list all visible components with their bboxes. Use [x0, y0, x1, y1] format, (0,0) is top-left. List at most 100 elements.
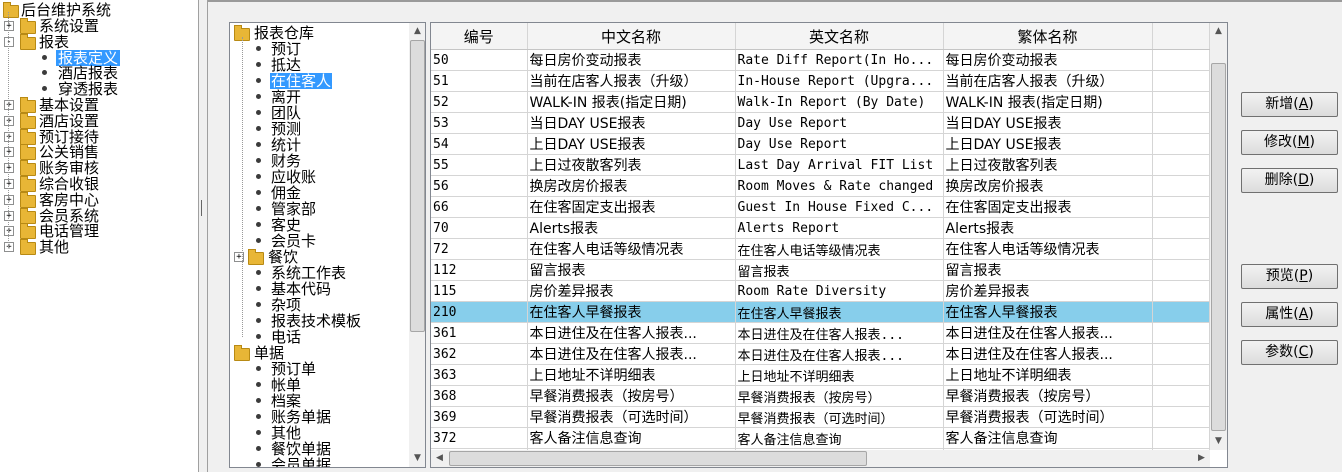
cell-tw-name[interactable]: 每日房价变动报表 [943, 49, 1153, 71]
cell-tw-name[interactable]: 在住客人早餐报表 [943, 301, 1153, 323]
pane-splitter[interactable] [198, 0, 208, 472]
cell-cn-name[interactable]: 当前在店客人报表（升级） [527, 70, 736, 92]
cell-en-name[interactable]: 在住客人电话等级情况表 [735, 238, 944, 260]
report-grid[interactable]: 编号 中文名称 英文名称 繁体名称 50 每日房价变动报表 Rate Diff Re… [430, 22, 1228, 468]
cell-tw-name[interactable]: 本日进住及在住客人报表... [943, 322, 1153, 344]
cell-en-name[interactable]: 留言报表 [735, 259, 944, 281]
cell-en-name[interactable]: 客人备注信息查询 [735, 427, 944, 449]
cell-cn-name[interactable]: 上日地址不详明细表 [527, 364, 736, 386]
cell-id[interactable]: 53 [431, 112, 528, 134]
cell-tw-name[interactable]: 早餐消费报表（按房号） [943, 385, 1153, 407]
cell-cn-name[interactable]: Alerts报表 [527, 217, 736, 239]
table-row[interactable]: 52 WALK-IN 报表(指定日期) Walk-In Report (By Dat… [431, 91, 1210, 113]
cell-cn-name[interactable]: 当日DAY USE报表 [527, 112, 736, 134]
scroll-down-arrow[interactable]: ▼ [409, 450, 425, 467]
table-row[interactable]: 362 本日进住及在住客人报表... 本日进住及在住客人报表... 本日进住及在住客人… [431, 343, 1210, 365]
table-row[interactable]: 54 上日DAY USE报表 Day Use Report 上日DAY USE报表 [431, 133, 1210, 155]
cell-tw-name[interactable]: 当日DAY USE报表 [943, 112, 1153, 134]
scroll-down-arrow[interactable]: ▼ [1210, 433, 1227, 450]
expand-icon[interactable]: + [4, 163, 14, 174]
table-row[interactable]: 369 早餐消费报表（可选时间） 早餐消费报表（可选时间） 早餐消费报表（可选时间） [431, 406, 1210, 428]
cell-en-name[interactable]: Day Use Report [735, 133, 944, 155]
mid-vertical-scrollbar[interactable]: ▲ ▼ [409, 23, 425, 467]
table-row[interactable]: 368 早餐消费报表（按房号） 早餐消费报表（按房号） 早餐消费报表（按房号） [431, 385, 1210, 407]
cell-tw-name[interactable]: Alerts报表 [943, 217, 1153, 239]
table-row[interactable]: 72 在住客人电话等级情况表 在住客人电话等级情况表 在住客人电话等级情况表 [431, 238, 1210, 260]
table-row[interactable]: 115 房价差异报表 Room Rate Diversity 房价差异报表 [431, 280, 1210, 302]
cell-cn-name[interactable]: 房价差异报表 [527, 280, 736, 302]
cell-en-name[interactable]: Walk-In Report (By Date) [735, 91, 944, 113]
cell-en-name[interactable]: Day Use Report [735, 112, 944, 134]
cell-id[interactable]: 72 [431, 238, 528, 260]
cell-id[interactable]: 56 [431, 175, 528, 197]
cell-tw-name[interactable]: 客人备注信息查询 [943, 427, 1153, 449]
cell-id[interactable]: 112 [431, 259, 528, 281]
table-row[interactable]: 53 当日DAY USE报表 Day Use Report 当日DAY USE报表 [431, 112, 1210, 134]
col-header-cn[interactable]: 中文名称 [527, 23, 736, 50]
cell-en-name[interactable]: In-House Report (Upgra... [735, 70, 944, 92]
cell-cn-name[interactable]: 本日进住及在住客人报表... [527, 322, 736, 344]
expand-icon[interactable]: + [4, 194, 14, 205]
cell-tw-name[interactable]: 本日进住及在住客人报表... [943, 343, 1153, 365]
cell-en-name[interactable]: Last Day Arrival FIT List [735, 154, 944, 176]
cell-cn-name[interactable]: WALK-IN 报表(指定日期) [527, 91, 736, 113]
scroll-left-arrow[interactable]: ◀ [431, 450, 448, 467]
delete-button[interactable]: 删除(D) [1241, 168, 1338, 193]
expand-icon[interactable]: + [4, 100, 14, 110]
cell-id[interactable]: 51 [431, 70, 528, 92]
cell-id[interactable]: 54 [431, 133, 528, 155]
expand-icon[interactable]: + [4, 226, 14, 237]
cell-tw-name[interactable]: 上日地址不详明细表 [943, 364, 1153, 386]
cell-id[interactable]: 52 [431, 91, 528, 113]
cell-cn-name[interactable]: 早餐消费报表（按房号） [527, 385, 736, 407]
cell-tw-name[interactable]: 当前在店客人报表（升级） [943, 70, 1153, 92]
cell-id[interactable]: 369 [431, 406, 528, 428]
add-button[interactable]: 新增(A) [1241, 92, 1338, 117]
preview-button[interactable]: 预览(P) [1241, 264, 1338, 289]
expand-icon[interactable]: + [4, 147, 14, 158]
table-row[interactable]: 363 上日地址不详明细表 上日地址不详明细表 上日地址不详明细表 [431, 364, 1210, 386]
expand-icon[interactable]: + [4, 115, 14, 126]
cell-tw-name[interactable]: 在住客人电话等级情况表 [943, 238, 1153, 260]
table-row[interactable]: 56 换房改房价报表 Room Moves & Rate changed 换房改房价报… [431, 175, 1210, 197]
col-header-id[interactable]: 编号 [431, 23, 528, 50]
table-row[interactable]: 112 留言报表 留言报表 留言报表 [431, 259, 1210, 281]
parameters-button[interactable]: 参数(C) [1241, 340, 1338, 365]
report-category-tree[interactable]: 报表仓库 预订 抵达 在住客人 离开 团队 预测 统计 财务 应收账 佣金 管家部 客史 会员卡 + 餐饮 系统… [229, 22, 426, 468]
grid-vertical-scrollbar[interactable]: ▲ ▼ [1210, 23, 1227, 450]
cell-id[interactable]: 372 [431, 427, 528, 449]
cell-cn-name[interactable]: 换房改房价报表 [527, 175, 736, 197]
table-row[interactable]: 210 在住客人早餐报表 在住客人早餐报表 在住客人早餐报表 [431, 301, 1210, 323]
cell-en-name[interactable]: Room Rate Diversity [735, 280, 944, 302]
cell-cn-name[interactable]: 本日进住及在住客人报表... [527, 343, 736, 365]
cell-id[interactable]: 210 [431, 301, 528, 323]
expand-icon[interactable]: + [4, 242, 14, 253]
cell-id[interactable]: 55 [431, 154, 528, 176]
expand-icon[interactable]: + [4, 21, 14, 31]
cell-cn-name[interactable]: 在住客人早餐报表 [527, 301, 736, 323]
cell-en-name[interactable]: 早餐消费报表（按房号） [735, 385, 944, 407]
cell-cn-name[interactable]: 每日房价变动报表 [527, 49, 736, 71]
cell-cn-name[interactable]: 上日过夜散客列表 [527, 154, 736, 176]
table-row[interactable]: 50 每日房价变动报表 Rate Diff Report(In Ho... 每日房价变… [431, 49, 1210, 71]
cell-en-name[interactable]: 早餐消费报表（可选时间） [735, 406, 944, 428]
cell-tw-name[interactable]: 在住客固定支出报表 [943, 196, 1153, 218]
cell-en-name[interactable]: Room Moves & Rate changed [735, 175, 944, 197]
table-row[interactable]: 361 本日进住及在住客人报表... 本日进住及在住客人报表... 本日进住及在住客人… [431, 322, 1210, 344]
collapse-icon[interactable]: - [4, 36, 14, 47]
table-row[interactable]: 55 上日过夜散客列表 Last Day Arrival FIT List 上日过夜散… [431, 154, 1210, 176]
cell-tw-name[interactable]: 早餐消费报表（可选时间） [943, 406, 1153, 428]
main-tree-panel[interactable]: 后台维护系统 + 系统设置 - 报表 报表定义 酒店报表 穿透报表 + 基本设置 + 酒店设置 + 预订… [0, 0, 198, 472]
scroll-thumb[interactable] [410, 40, 425, 332]
col-header-en[interactable]: 英文名称 [735, 23, 944, 50]
cell-tw-name[interactable]: WALK-IN 报表(指定日期) [943, 91, 1153, 113]
cell-cn-name[interactable]: 客人备注信息查询 [527, 427, 736, 449]
edit-button[interactable]: 修改(M) [1241, 130, 1338, 155]
cell-tw-name[interactable]: 上日DAY USE报表 [943, 133, 1153, 155]
cell-id[interactable]: 115 [431, 280, 528, 302]
expand-icon[interactable]: + [4, 179, 14, 189]
table-row[interactable]: 66 在住客固定支出报表 Guest In House Fixed C... 在住客固… [431, 196, 1210, 218]
cell-tw-name[interactable]: 上日过夜散客列表 [943, 154, 1153, 176]
cell-cn-name[interactable]: 在住客固定支出报表 [527, 196, 736, 218]
cell-en-name[interactable]: 在住客人早餐报表 [735, 301, 944, 323]
